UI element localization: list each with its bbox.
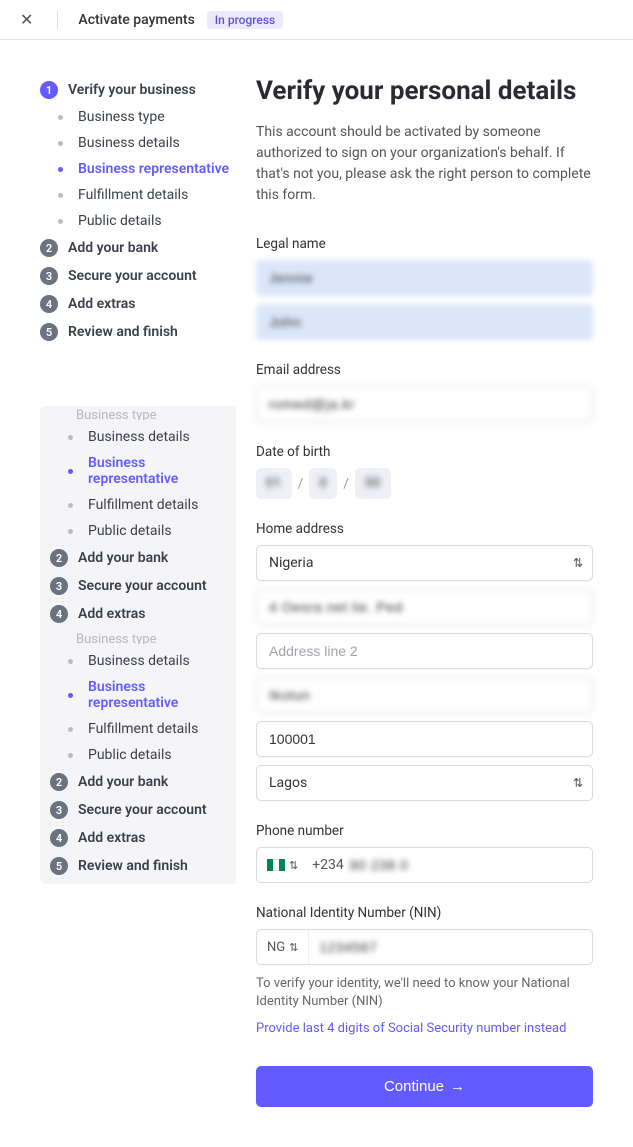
address-line1-field[interactable] — [256, 589, 593, 625]
close-icon[interactable]: ✕ — [16, 10, 37, 29]
state-select[interactable]: Lagos — [256, 765, 593, 801]
phone-code: +234 — [306, 857, 350, 873]
continue-label: Continue — [384, 1078, 444, 1095]
substep-label: Business type — [40, 406, 236, 420]
step-label: Add your bank — [68, 240, 158, 256]
step-number: 2 — [40, 239, 58, 257]
substep-business-details[interactable]: Business details — [40, 130, 236, 156]
country-code-select[interactable]: ⇅ — [257, 851, 306, 880]
step-add-bank[interactable]: 2 Add your bank — [40, 234, 236, 262]
step-add-extras[interactable]: 4 Add extras — [40, 290, 236, 318]
city-field[interactable] — [256, 677, 593, 713]
dob-label: Date of birth — [256, 444, 593, 460]
chevron-updown-icon: ⇅ — [289, 859, 298, 872]
substep-fulfillment-details[interactable]: Fulfillment details — [40, 182, 236, 208]
nin-label: National Identity Number (NIN) — [256, 905, 593, 921]
status-badge: In progress — [207, 11, 283, 29]
step-label: Verify your business — [68, 82, 196, 98]
step-number: 3 — [40, 267, 58, 285]
step-label: Secure your account — [68, 268, 197, 284]
step-secure-account[interactable]: 3 Secure your account — [40, 262, 236, 290]
step-review-finish[interactable]: 5 Review and finish — [40, 318, 236, 346]
last-name-field[interactable] — [256, 304, 593, 340]
first-name-field[interactable] — [256, 260, 593, 296]
flag-nigeria-icon — [267, 859, 285, 871]
substep-fulfillment-details[interactable]: Fulfillment details — [40, 492, 236, 518]
home-address-label: Home address — [256, 521, 593, 537]
step-add-bank[interactable]: 2Add your bank — [40, 768, 236, 796]
chevron-updown-icon: ⇅ — [289, 941, 298, 954]
arrow-right-icon: → — [450, 1078, 465, 1095]
nin-helper-text: To verify your identity, we'll need to k… — [256, 975, 593, 1011]
substep-public-details[interactable]: Public details — [40, 518, 236, 544]
step-add-extras[interactable]: 4Add extras — [40, 600, 236, 628]
substep-label: Business details — [78, 135, 180, 151]
substep-label: Business type — [78, 109, 165, 125]
step-secure-account[interactable]: 3Secure your account — [40, 796, 236, 824]
substep-public-details[interactable]: Public details — [40, 742, 236, 768]
main-content: Verify your personal details This accoun… — [236, 76, 633, 1147]
header-bar: ✕ Activate payments In progress — [0, 0, 633, 40]
phone-input[interactable]: ⇅ +234 — [256, 847, 593, 883]
nin-input[interactable]: NG ⇅ — [256, 929, 593, 965]
postal-code-field[interactable] — [256, 721, 593, 757]
substep-label: Business type — [40, 630, 236, 644]
substep-fulfillment-details[interactable]: Fulfillment details — [40, 716, 236, 742]
phone-label: Phone number — [256, 823, 593, 839]
continue-button[interactable]: Continue → — [256, 1066, 593, 1107]
step-secure-account[interactable]: 3Secure your account — [40, 572, 236, 600]
substep-label: Business representative — [78, 161, 229, 177]
substep-business-representative[interactable]: Business representative — [40, 156, 236, 182]
sidebar-overlay-duplicate: Business type Business details Business … — [40, 406, 236, 884]
step-number: 5 — [40, 323, 58, 341]
step-add-bank[interactable]: 2Add your bank — [40, 544, 236, 572]
page-title: Verify your personal details — [256, 76, 593, 106]
legal-name-label: Legal name — [256, 236, 593, 252]
page-description: This account should be activated by some… — [256, 122, 593, 206]
substep-business-details[interactable]: Business details — [40, 648, 236, 674]
substep-label: Fulfillment details — [78, 187, 188, 203]
substep-label: Public details — [78, 213, 162, 229]
phone-number-field[interactable] — [350, 848, 592, 882]
dob-input[interactable]: 01 / 0 / 00 — [256, 468, 593, 499]
substep-public-details[interactable]: Public details — [40, 208, 236, 234]
country-select[interactable]: Nigeria — [256, 545, 593, 581]
divider — [57, 11, 58, 29]
step-review-finish[interactable]: 5Review and finish — [40, 852, 236, 880]
step-number: 4 — [40, 295, 58, 313]
address-line2-field[interactable] — [256, 633, 593, 669]
step-number: 1 — [40, 81, 58, 99]
substep-business-type[interactable]: Business type — [40, 104, 236, 130]
substep-business-representative[interactable]: Business representative — [40, 674, 236, 716]
email-label: Email address — [256, 362, 593, 378]
email-field[interactable] — [256, 386, 593, 422]
step-verify-business[interactable]: 1 Verify your business — [40, 76, 236, 104]
nin-value-field[interactable] — [309, 930, 592, 964]
nin-country-select[interactable]: NG ⇅ — [257, 930, 309, 964]
step-add-extras[interactable]: 4Add extras — [40, 824, 236, 852]
substep-business-details[interactable]: Business details — [40, 424, 236, 450]
step-label: Review and finish — [68, 324, 178, 340]
step-label: Add extras — [68, 296, 135, 312]
header-title: Activate payments — [78, 12, 194, 28]
sidebar: 1 Verify your business Business type Bus… — [0, 76, 236, 1147]
substep-business-representative[interactable]: Business representative — [40, 450, 236, 492]
